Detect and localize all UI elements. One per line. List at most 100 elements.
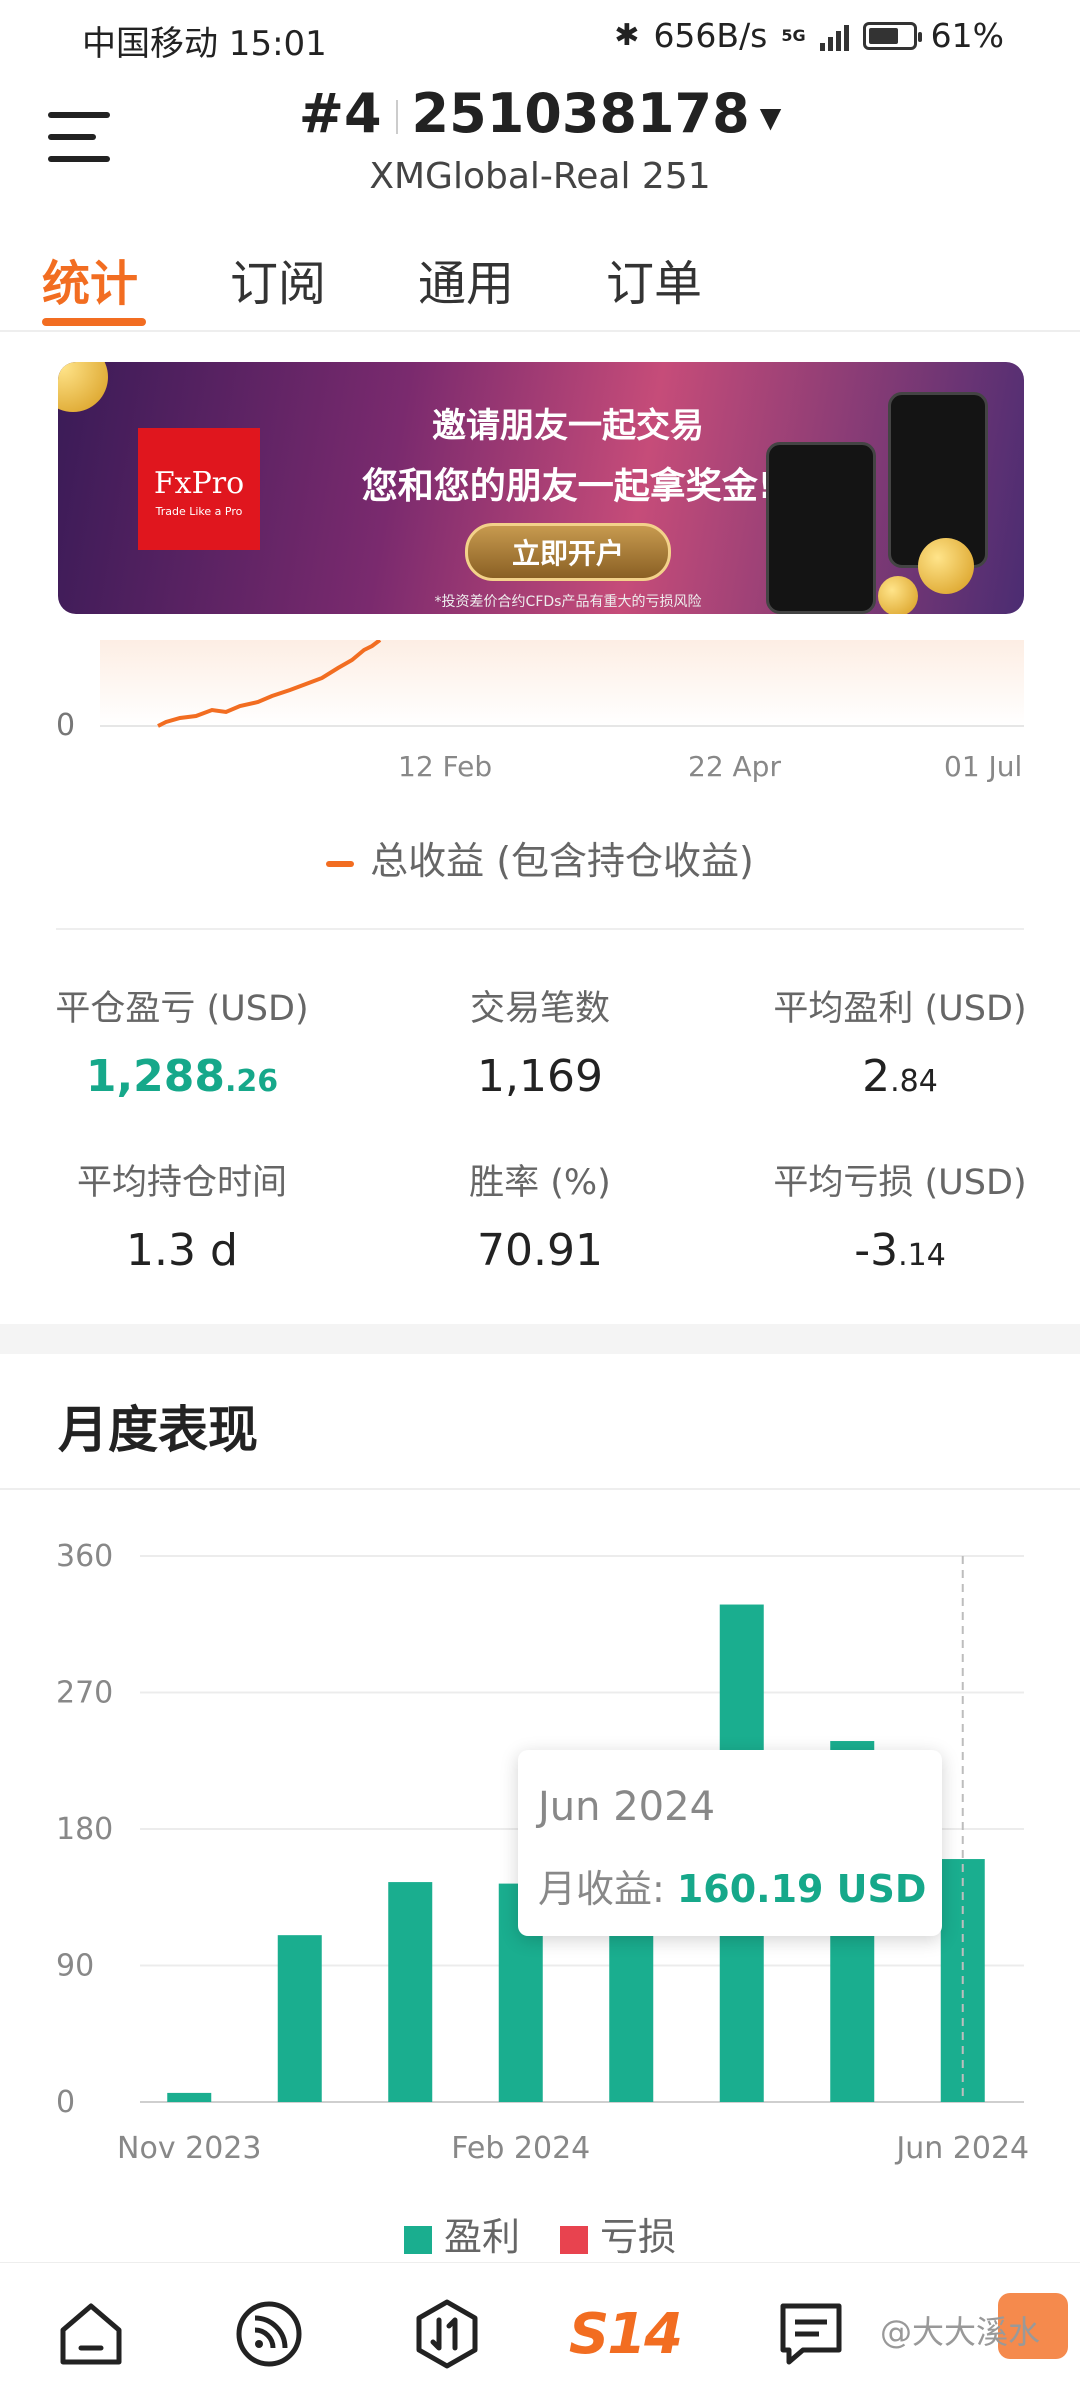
- carrier-time: 中国移动 15:01: [82, 24, 327, 64]
- logo-tagline: Trade Like a Pro: [155, 505, 243, 518]
- stat-label: 交易笔数: [469, 989, 610, 1029]
- logo-name: FxPro: [153, 466, 245, 501]
- nav-signals[interactable]: [224, 2289, 314, 2379]
- stat-value: 2.84: [862, 1051, 938, 1102]
- tooltip-month: Jun 2024: [538, 1784, 716, 1830]
- bottom-nav: S14 @大大溪水: [0, 2262, 1080, 2400]
- stat-label: 平仓盈亏 (USD): [55, 989, 309, 1029]
- banner-text: 邀请朋友一起交易 您和您的朋友一起拿奖金! 立即开户 *投资差价合约CFDs产品…: [318, 398, 818, 611]
- section-title-monthly: 月度表现: [58, 1401, 258, 1459]
- battery-percent: 61%: [930, 16, 1004, 55]
- bar-1: [167, 2092, 212, 2102]
- open-account-button[interactable]: 立即开户: [464, 523, 671, 581]
- banner-line2: 您和您的朋友一起拿奖金!: [361, 466, 775, 507]
- tab-orders[interactable]: 订单: [606, 244, 702, 314]
- banner-line1: 邀请朋友一起交易: [432, 406, 704, 446]
- monthly-bar-chart[interactable]: 0 90 180 270 360 Nov 2023 Feb 2024 Jun 2024 Jun…: [0, 1520, 1080, 2240]
- battery-icon: [862, 21, 922, 50]
- stat-value: -3.14: [854, 1225, 946, 1276]
- home-icon: [60, 2303, 122, 2365]
- y-tick-label: 0: [56, 2085, 75, 2120]
- account-selector[interactable]: #4 251038178 ▼: [0, 82, 1080, 145]
- x-tick-label: Jun 2024: [894, 2131, 1029, 2166]
- equity-legend[interactable]: 总收益 (包含持仓收益): [0, 830, 1080, 885]
- nav-messages[interactable]: [766, 2289, 856, 2379]
- x-tick-label: Nov 2023: [117, 2131, 261, 2166]
- section-separator: [0, 1324, 1080, 1354]
- coin-icon: [58, 362, 108, 412]
- bluetooth-icon: ✱: [614, 18, 640, 53]
- stat-avg-profit: 平均盈利 (USD) 2.84: [730, 980, 1070, 1102]
- tab-subscribe[interactable]: 订阅: [230, 244, 326, 314]
- equity-chart: 0 12 Feb 22 Apr 01 Jul: [0, 640, 1080, 790]
- status-bar: 中国移动 15:01 ✱ 656B/s 5G 61%: [0, 0, 1080, 74]
- legend-loss[interactable]: 亏损: [560, 2206, 676, 2261]
- net-speed: 656B/s: [653, 16, 768, 55]
- active-tab-indicator: [42, 318, 146, 326]
- legend-line-swatch: [326, 860, 355, 867]
- banner-disclaimer: *投资差价合约CFDs产品有重大的亏损风险: [434, 594, 702, 610]
- message-icon: [780, 2303, 842, 2365]
- stat-value: 1,169: [477, 1051, 603, 1102]
- stat-label: 平均盈利 (USD): [773, 989, 1027, 1029]
- x-tick: 12 Feb: [398, 750, 493, 783]
- account-server: XMGlobal-Real 251: [369, 156, 711, 197]
- equity-chart-plot: [100, 640, 1024, 728]
- account-number: 251038178: [411, 82, 750, 145]
- stat-win-rate: 胜率 (%) 70.91: [370, 1154, 710, 1276]
- stat-trades: 交易笔数 1,169: [370, 980, 710, 1102]
- legend-loss-label: 亏损: [600, 2215, 677, 2259]
- watermark: @大大溪水: [879, 2313, 1040, 2351]
- y-axis-zero: 0: [56, 708, 76, 743]
- legend-profit-label: 盈利: [443, 2215, 520, 2259]
- signal-icon: [819, 21, 849, 51]
- trade-icon: [416, 2299, 478, 2369]
- y-tick-label: 270: [56, 1676, 113, 1711]
- x-tick: 01 Jul: [944, 750, 1023, 783]
- fxpro-logo: FxPro Trade Like a Pro: [138, 428, 260, 550]
- tooltip-label: 月收益:: [538, 1867, 665, 1911]
- legend-swatch-profit: [403, 2225, 432, 2254]
- bar-3: [388, 1882, 433, 2102]
- legend-swatch-loss: [560, 2225, 589, 2254]
- app-screen: 中国移动 15:01 ✱ 656B/s 5G 61% #4 251038178 ▼ …: [0, 0, 1080, 2400]
- account-index: #4: [298, 82, 382, 145]
- stat-value: 1.3 d: [126, 1225, 238, 1276]
- caret-down-icon: ▼: [759, 100, 782, 134]
- equity-legend-label: 总收益 (包含持仓收益): [370, 839, 754, 883]
- tab-general[interactable]: 通用: [418, 244, 514, 314]
- y-tick-label: 90: [56, 1949, 94, 1984]
- stat-label: 平均持仓时间: [76, 1163, 287, 1203]
- tooltip-value: 160.19 USD: [676, 1867, 927, 1911]
- y-tick-label: 180: [56, 1812, 113, 1847]
- stat-avg-hold: 平均持仓时间 1.3 d: [12, 1154, 352, 1276]
- stat-closed-pnl: 平仓盈亏 (USD) 1,288.26: [12, 980, 352, 1102]
- tab-bar: 统计 订阅 通用 订单: [0, 230, 1080, 332]
- stat-label: 胜率 (%): [469, 1163, 611, 1203]
- nav-s14[interactable]: S14: [568, 2289, 683, 2379]
- chart-tooltip: Jun 2024 月收益: 160.19 USD: [518, 1750, 942, 1936]
- tooltip-row: 月收益: 160.19 USD: [538, 1858, 926, 1913]
- nav-trade[interactable]: [402, 2289, 492, 2379]
- x-tick-label: Feb 2024: [451, 2131, 590, 2166]
- status-icons: ✱ 656B/s 5G 61%: [614, 16, 1004, 55]
- stat-avg-loss: 平均亏损 (USD) -3.14: [730, 1154, 1070, 1276]
- coin-icon: [878, 576, 918, 614]
- tab-stats[interactable]: 统计: [42, 244, 138, 314]
- bar-2: [277, 1935, 322, 2102]
- y-tick-label: 360: [56, 1539, 113, 1574]
- promo-banner[interactable]: FxPro Trade Like a Pro 邀请朋友一起交易 您和您的朋友一起…: [58, 362, 1024, 614]
- stat-value: 1,288.26: [85, 1051, 279, 1102]
- stat-value: 70.91: [477, 1225, 603, 1276]
- signal-feed-icon: [236, 2301, 302, 2367]
- s14-logo-icon: S14: [568, 2301, 683, 2367]
- bar-legend: 盈利 亏损: [0, 2206, 1080, 2261]
- divider: [0, 1488, 1080, 1490]
- nav-home[interactable]: [46, 2289, 136, 2379]
- phone-image: [766, 442, 876, 614]
- legend-profit[interactable]: 盈利: [403, 2206, 520, 2261]
- account-header: #4 251038178 ▼ XMGlobal-Real 251: [0, 74, 1080, 214]
- x-tick: 22 Apr: [688, 750, 781, 783]
- coin-icon: [918, 538, 974, 594]
- divider: [56, 928, 1024, 930]
